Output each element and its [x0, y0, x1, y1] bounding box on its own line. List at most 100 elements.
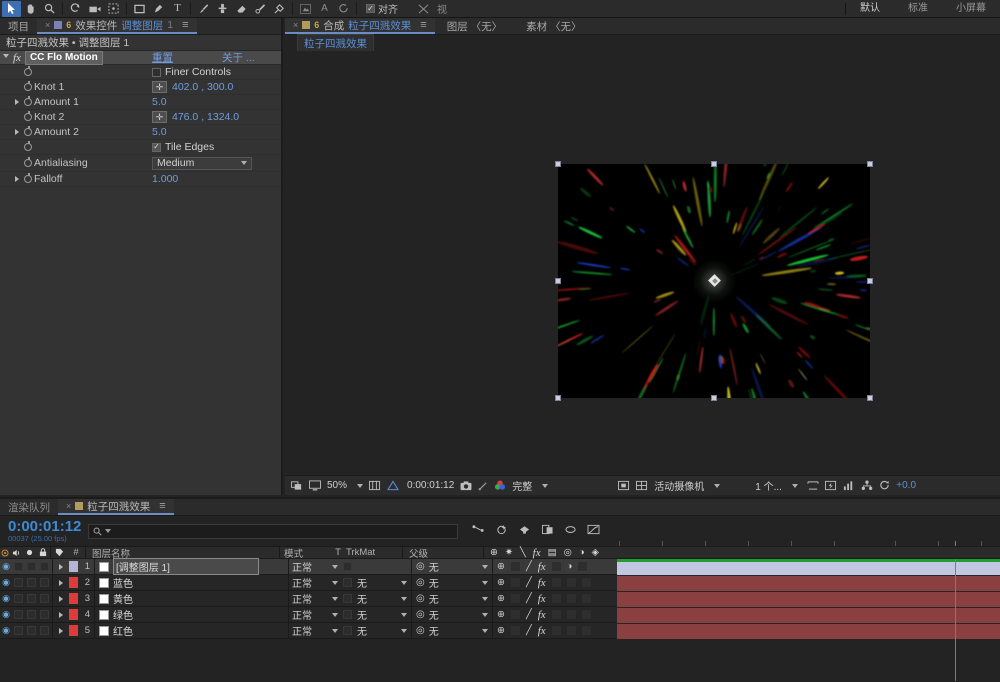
effects-toggle[interactable]: fx — [538, 593, 546, 605]
composition-canvas-wrapper[interactable] — [558, 164, 870, 398]
frame-blending-icon[interactable] — [541, 524, 554, 538]
parent-pickwhip-icon[interactable]: ◎ — [416, 593, 425, 604]
solo-toggle[interactable] — [25, 624, 37, 637]
current-timecode[interactable]: 0:00:01:12 — [8, 520, 80, 533]
label-color-chip[interactable] — [69, 609, 78, 620]
graph-editor-icon[interactable] — [587, 524, 600, 538]
video-toggle[interactable]: ◉ — [0, 561, 12, 572]
layer-switches[interactable]: ⊕ ╱ fx ◑ — [493, 561, 623, 573]
trkmat-dropdown[interactable]: 无 — [353, 575, 411, 590]
trkmat-dropdown[interactable]: 无 — [353, 623, 411, 638]
parent-dropdown[interactable]: ◎ 无 — [412, 607, 492, 622]
expand-triangle[interactable] — [0, 99, 22, 105]
property-value[interactable]: Medium — [152, 157, 252, 170]
transparency-grid-icon[interactable] — [618, 480, 630, 491]
tab-layer[interactable]: 图层 〈无〉 — [435, 18, 514, 34]
label-color-chip[interactable] — [69, 625, 78, 636]
layer-name[interactable]: 黄色 — [113, 591, 133, 606]
type-tool[interactable]: T — [168, 1, 187, 17]
layer-bar-3[interactable] — [617, 592, 1000, 607]
selection-handle-bc[interactable] — [711, 395, 717, 401]
effect-header-cc-flo-motion[interactable]: fx CC Flo Motion 重置 关于 ... — [0, 51, 281, 65]
property-row-amount-1[interactable]: Amount 1 5.0 — [0, 95, 281, 110]
layer-switches[interactable]: ⊕ ╱ fx — [493, 577, 623, 589]
playhead-line[interactable] — [955, 559, 956, 681]
workspace-tab-standard[interactable]: 标准 — [894, 0, 942, 18]
solo-toggle[interactable] — [25, 592, 37, 605]
breadcrumb-chip[interactable]: 粒子四溅效果 — [297, 34, 374, 53]
exposure-value[interactable]: +0.0 — [896, 480, 916, 491]
about-button[interactable]: 关于 ... — [222, 50, 255, 65]
header-t[interactable]: T — [332, 546, 344, 559]
tab-project[interactable]: 项目 — [0, 18, 37, 34]
expand-arrow[interactable] — [53, 560, 69, 573]
selection-handle-bl[interactable] — [555, 395, 561, 401]
layer-name[interactable]: [调整图层 1] — [113, 558, 259, 575]
header-parent[interactable]: 父级 — [403, 546, 483, 559]
frame-blend-toggle[interactable] — [552, 594, 561, 603]
stopwatch-icon[interactable] — [22, 128, 34, 136]
property-row-falloff[interactable]: Falloff 1.000 — [0, 172, 281, 187]
quality-toggle[interactable]: ╱ — [526, 609, 532, 620]
stopwatch-icon[interactable] — [22, 113, 34, 121]
adjustment-toggle[interactable]: ◑ — [567, 561, 573, 572]
trkmat-dropdown[interactable]: 无 — [353, 607, 411, 622]
property-row-knot-2[interactable]: Knot 2 ✛ 476.0 , 1324.0 — [0, 110, 281, 125]
workspace-tab-smallscreen[interactable]: 小屏幕 — [942, 0, 1000, 18]
shape-tool[interactable] — [130, 1, 149, 17]
search-input[interactable] — [88, 524, 458, 539]
reset-button[interactable]: 重置 — [152, 50, 173, 65]
stopwatch-icon[interactable] — [22, 98, 34, 106]
shy-toggle[interactable]: ⊕ — [497, 561, 505, 572]
audio-toggle[interactable] — [12, 592, 25, 605]
pen-tool[interactable] — [149, 1, 168, 17]
layer-bar-5[interactable] — [617, 624, 1000, 639]
quality-toggle[interactable]: ╱ — [526, 577, 532, 588]
knot-1-position-picker[interactable]: ✛ — [152, 81, 167, 93]
video-toggle[interactable]: ◉ — [0, 609, 12, 620]
draft-3d-icon[interactable] — [495, 524, 508, 538]
expand-arrow[interactable] — [53, 592, 69, 605]
blend-mode-dropdown[interactable]: 正常 — [289, 559, 341, 574]
parent-pickwhip-icon[interactable]: ◎ — [416, 577, 425, 588]
parent-dropdown[interactable]: ◎ 无 — [412, 623, 492, 638]
preserve-transparency[interactable] — [341, 560, 353, 573]
current-time-block[interactable]: 0:00:01:12 00037 (25.00 fps) — [0, 520, 80, 543]
eraser-tool[interactable] — [232, 1, 251, 17]
shy-toggle[interactable]: ⊕ — [497, 625, 505, 636]
effects-toggle[interactable]: fx — [538, 609, 546, 621]
pixel-aspect-icon[interactable] — [807, 480, 819, 491]
composition-viewer[interactable] — [285, 51, 1000, 493]
layer-bar-2[interactable] — [617, 576, 1000, 591]
hide-shy-layers-icon[interactable] — [518, 524, 531, 538]
expand-triangle[interactable] — [0, 176, 22, 182]
layer-name[interactable]: 红色 — [113, 623, 133, 638]
blend-mode-dropdown[interactable]: 正常 — [289, 607, 341, 622]
label-color-chip[interactable] — [69, 593, 78, 604]
lock-toggle[interactable] — [37, 624, 52, 637]
tab-effect-controls[interactable]: × 6 效果控件 调整图层 1 ≡ — [37, 18, 197, 34]
layer-name-cell[interactable]: 绿色 — [95, 607, 288, 622]
effects-toggle[interactable]: fx — [538, 625, 546, 637]
property-value[interactable]: 5.0 — [152, 126, 167, 138]
property-row-finer-controls[interactable]: Finer Controls — [0, 65, 281, 80]
lock-toggle[interactable] — [37, 608, 52, 621]
frame-blend-toggle[interactable] — [552, 562, 561, 571]
align-icon[interactable]: A — [315, 1, 334, 17]
always-preview-icon[interactable] — [291, 480, 303, 491]
grid-guides-icon[interactable] — [369, 480, 381, 491]
fast-preview-icon[interactable] — [825, 480, 837, 491]
tile-edges-checkbox[interactable]: ✓ — [152, 143, 161, 152]
video-toggle[interactable]: ◉ — [0, 577, 12, 588]
channel-rgb-icon[interactable] — [494, 480, 506, 491]
frame-blend-toggle[interactable] — [552, 578, 561, 587]
solo-toggle[interactable] — [25, 560, 37, 573]
audio-toggle[interactable] — [12, 560, 25, 573]
layer-bar-1[interactable] — [617, 562, 1000, 575]
view-options-icon[interactable] — [414, 1, 433, 17]
parent-pickwhip-icon[interactable]: ◎ — [416, 561, 425, 572]
lock-icon[interactable]: 6 — [66, 20, 71, 30]
zoom-tool[interactable] — [40, 1, 59, 17]
knot-2-position-picker[interactable]: ✛ — [152, 111, 167, 123]
motion-blur-toggle[interactable] — [567, 626, 576, 635]
